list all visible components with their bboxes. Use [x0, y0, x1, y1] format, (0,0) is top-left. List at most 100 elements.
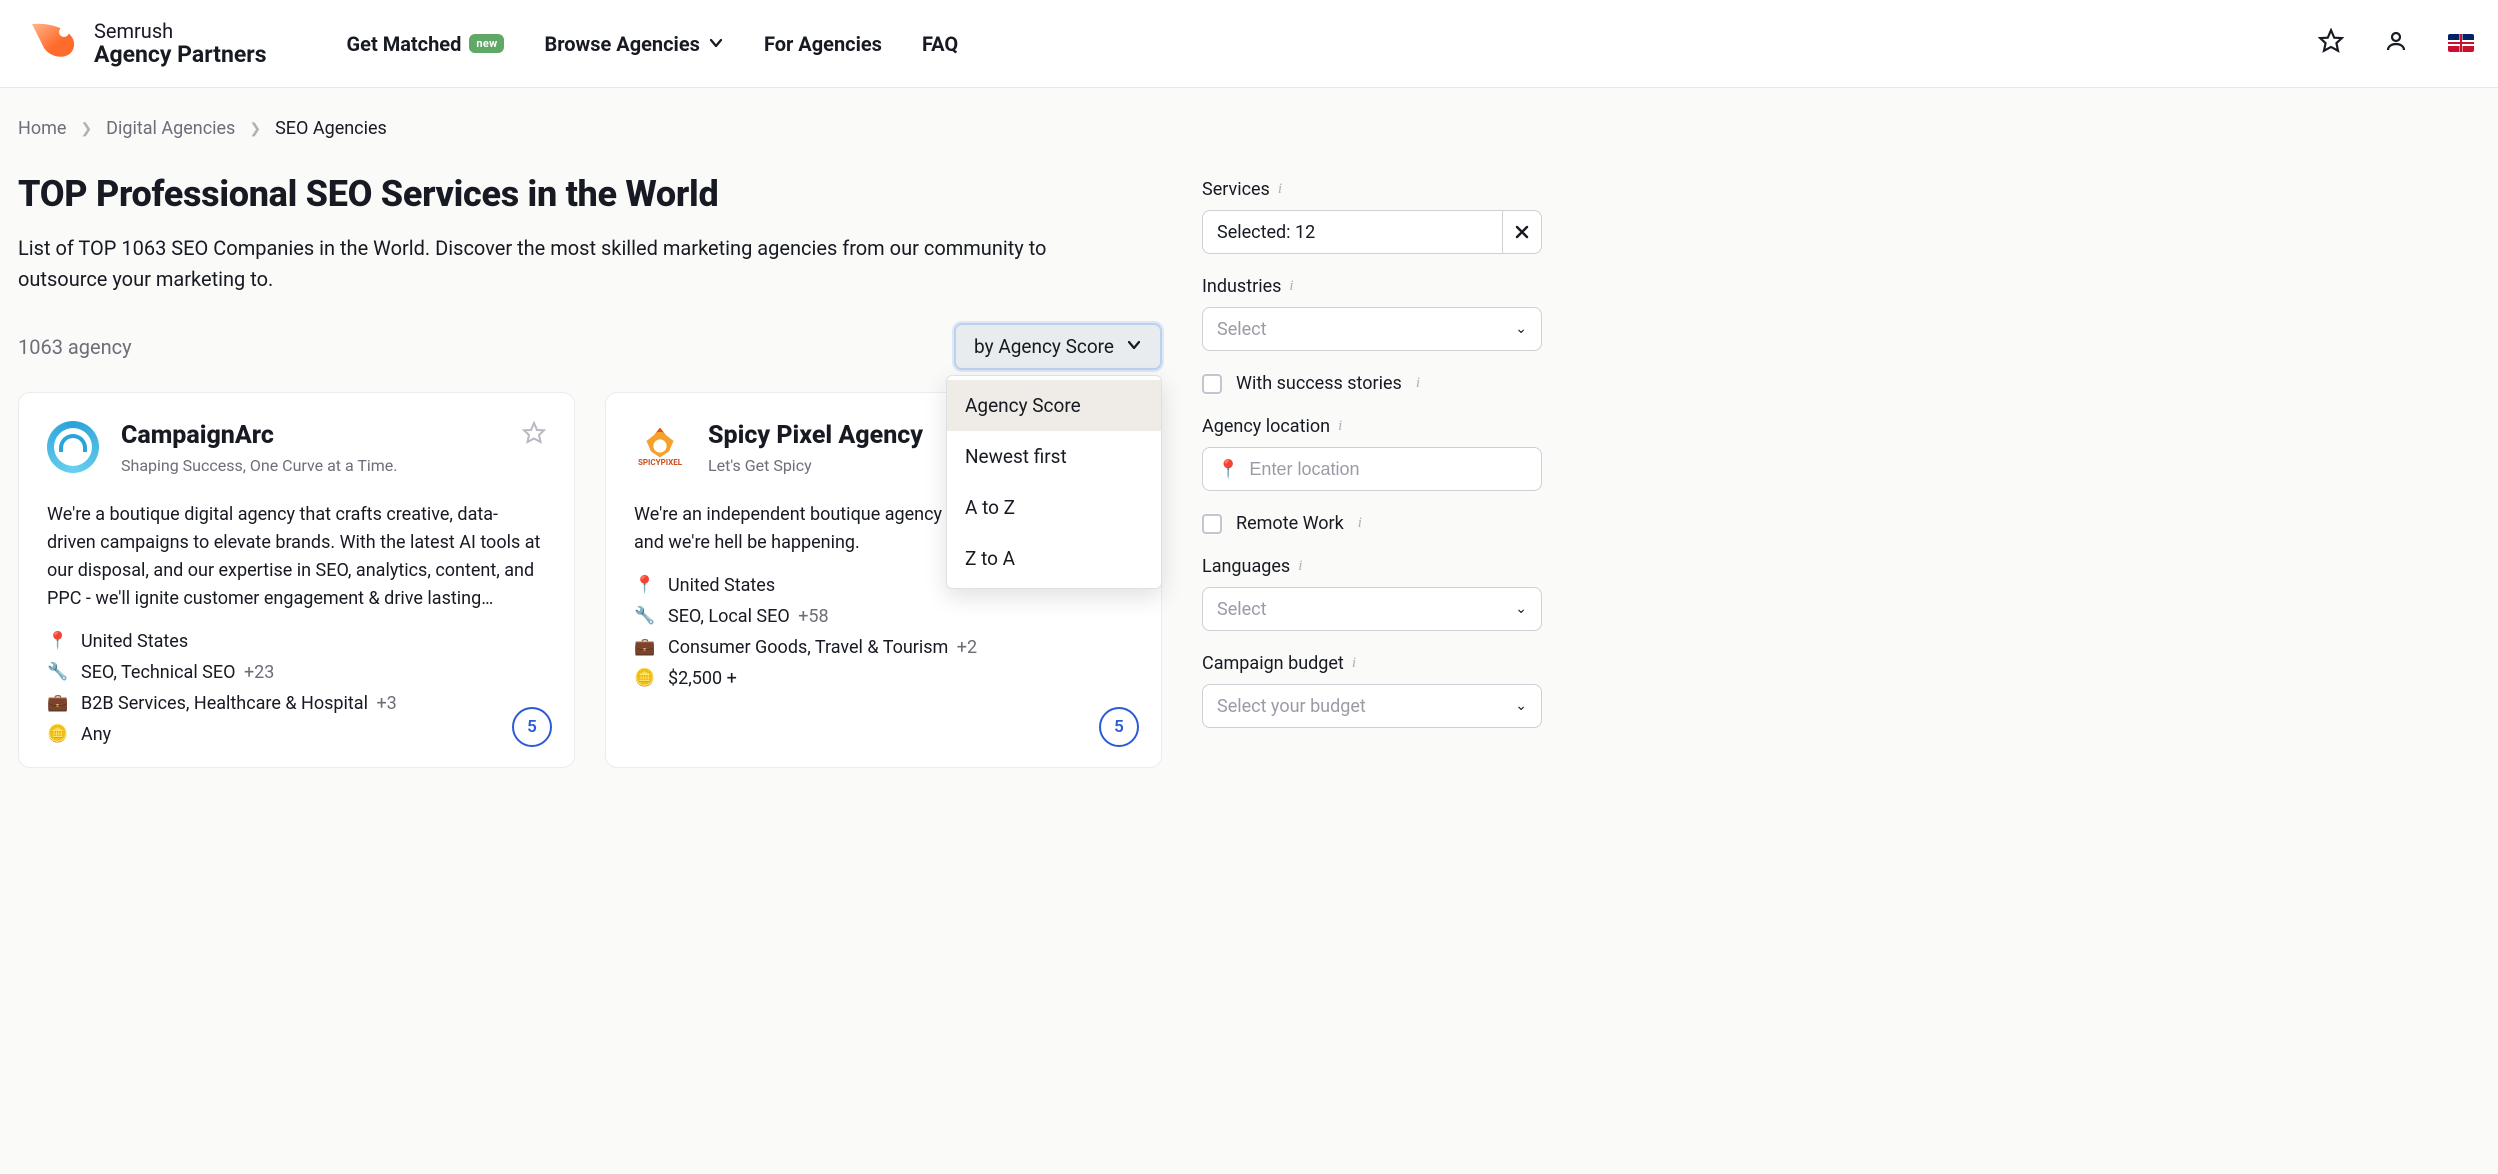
- nav-faq[interactable]: FAQ: [922, 32, 958, 56]
- nav-for-agencies-label: For Agencies: [764, 32, 882, 56]
- agency-location-row: 📍 United States: [47, 631, 546, 652]
- filter-services-label: Services i: [1202, 179, 1542, 200]
- agency-industries-row: 💼 Consumer Goods, Travel & Tourism +2: [634, 637, 1133, 658]
- info-icon[interactable]: i: [1352, 655, 1356, 672]
- chevron-down-icon: [708, 32, 724, 56]
- agency-card[interactable]: CampaignArc Shaping Success, One Curve a…: [18, 392, 575, 768]
- info-icon[interactable]: i: [1358, 515, 1362, 532]
- chevron-right-icon: ❯: [249, 121, 261, 137]
- agency-services-row: 🔧 SEO, Local SEO +58: [634, 606, 1133, 627]
- briefcase-icon: 💼: [634, 637, 654, 657]
- pin-icon: 📍: [634, 575, 654, 595]
- agency-budget: $2,500 +: [668, 668, 737, 689]
- info-icon[interactable]: i: [1416, 375, 1420, 392]
- chevron-down-icon: ⌄: [1515, 698, 1527, 714]
- sort-option-z-a[interactable]: Z to A: [947, 533, 1161, 584]
- breadcrumb: Home ❯ Digital Agencies ❯ SEO Agencies: [18, 118, 1542, 139]
- budget-select[interactable]: Select your budget ⌄: [1202, 684, 1542, 728]
- nav-browse-agencies[interactable]: Browse Agencies: [544, 32, 723, 56]
- agency-services: SEO, Technical SEO: [81, 662, 236, 683]
- badge-new: new: [469, 34, 504, 53]
- breadcrumb-home[interactable]: Home: [18, 118, 66, 139]
- favorites-icon[interactable]: [2318, 28, 2344, 60]
- industries-select[interactable]: Select ⌄: [1202, 307, 1542, 351]
- info-icon[interactable]: i: [1278, 181, 1282, 198]
- nav-faq-label: FAQ: [922, 32, 958, 56]
- info-icon[interactable]: i: [1338, 418, 1342, 435]
- account-icon[interactable]: [2384, 29, 2408, 59]
- brand-line1: Semrush: [94, 20, 267, 42]
- checkbox-icon: [1202, 374, 1222, 394]
- breadcrumb-digital-agencies[interactable]: Digital Agencies: [106, 118, 235, 139]
- language-flag-icon[interactable]: [2448, 30, 2474, 58]
- sort-dropdown-label: by Agency Score: [974, 335, 1114, 358]
- clear-services-button[interactable]: [1502, 210, 1542, 254]
- agency-score-badge: 5: [1099, 707, 1139, 747]
- agency-services-more: +58: [798, 606, 828, 627]
- filter-location-label: Agency location i: [1202, 416, 1542, 437]
- sort-dropdown[interactable]: by Agency Score: [954, 323, 1162, 370]
- agency-services-more: +23: [244, 662, 274, 683]
- pin-icon: 📍: [47, 631, 67, 651]
- agency-budget-row: 🪙 Any: [47, 724, 546, 745]
- remote-work-label: Remote Work: [1236, 513, 1344, 534]
- logo[interactable]: Semrush Agency Partners: [24, 14, 267, 74]
- sort-option-newest[interactable]: Newest first: [947, 431, 1161, 482]
- agency-budget: Any: [81, 724, 111, 745]
- wrench-icon: 🔧: [634, 606, 654, 626]
- nav-for-agencies[interactable]: For Agencies: [764, 32, 882, 56]
- services-select[interactable]: Selected: 12: [1202, 210, 1502, 254]
- agency-location: United States: [668, 575, 775, 596]
- services-select-value: Selected: 12: [1217, 222, 1315, 243]
- agency-services-row: 🔧 SEO, Technical SEO +23: [47, 662, 546, 683]
- coins-icon: 🪙: [47, 724, 67, 744]
- pin-icon: 📍: [1217, 459, 1239, 480]
- filter-budget-label: Campaign budget i: [1202, 653, 1542, 674]
- filter-languages-label: Languages i: [1202, 556, 1542, 577]
- sort-option-agency-score[interactable]: Agency Score: [947, 380, 1161, 431]
- agency-budget-row: 🪙 $2,500 +: [634, 668, 1133, 689]
- checkbox-icon: [1202, 514, 1222, 534]
- filter-industries-label: Industries i: [1202, 276, 1542, 297]
- nav-get-matched[interactable]: Get Matched new: [347, 32, 505, 56]
- sort-option-a-z[interactable]: A to Z: [947, 482, 1161, 533]
- nav-browse-label: Browse Agencies: [544, 32, 699, 56]
- logo-mark: [24, 14, 84, 74]
- agency-industries-more: +2: [957, 637, 977, 658]
- location-input-wrap: 📍: [1202, 447, 1542, 491]
- info-icon[interactable]: i: [1289, 278, 1293, 295]
- briefcase-icon: 💼: [47, 693, 67, 713]
- languages-select[interactable]: Select ⌄: [1202, 587, 1542, 631]
- agency-industries: Consumer Goods, Travel & Tourism: [668, 637, 948, 658]
- agency-location: United States: [81, 631, 188, 652]
- agency-services: SEO, Local SEO: [668, 606, 790, 627]
- agency-name: CampaignArc: [121, 421, 500, 450]
- page-title: TOP Professional SEO Services in the Wor…: [18, 173, 1162, 215]
- brand-line2: Agency Partners: [94, 42, 267, 67]
- info-icon[interactable]: i: [1298, 558, 1302, 575]
- agency-count: 1063 agency: [18, 335, 132, 359]
- chevron-down-icon: [1126, 335, 1142, 358]
- filters-sidebar: Services i Selected: 12 Industries i: [1202, 173, 1542, 768]
- page-subtitle: List of TOP 1063 SEO Companies in the Wo…: [18, 233, 1098, 295]
- chevron-right-icon: ❯: [80, 121, 92, 137]
- nav-get-matched-label: Get Matched: [347, 32, 462, 56]
- chevron-down-icon: ⌄: [1515, 321, 1527, 337]
- agency-logo-icon: [47, 421, 99, 473]
- industries-select-placeholder: Select: [1217, 319, 1266, 340]
- coins-icon: 🪙: [634, 668, 654, 688]
- logo-text: Semrush Agency Partners: [94, 20, 267, 67]
- breadcrumb-current: SEO Agencies: [275, 118, 387, 139]
- favorite-icon[interactable]: [522, 421, 546, 451]
- success-stories-checkbox[interactable]: With success stories i: [1202, 373, 1542, 394]
- agency-industries-row: 💼 B2B Services, Healthcare & Hospital +3: [47, 693, 546, 714]
- location-input[interactable]: [1249, 459, 1527, 480]
- header: Semrush Agency Partners Get Matched new …: [0, 0, 2498, 88]
- main-nav: Get Matched new Browse Agencies For Agen…: [347, 32, 959, 56]
- chevron-down-icon: ⌄: [1515, 601, 1527, 617]
- remote-work-checkbox[interactable]: Remote Work i: [1202, 513, 1542, 534]
- budget-select-placeholder: Select your budget: [1217, 696, 1366, 717]
- agency-industries: B2B Services, Healthcare & Hospital: [81, 693, 368, 714]
- sort-menu: Agency Score Newest first A to Z Z to A: [946, 375, 1162, 589]
- success-stories-label: With success stories: [1236, 373, 1402, 394]
